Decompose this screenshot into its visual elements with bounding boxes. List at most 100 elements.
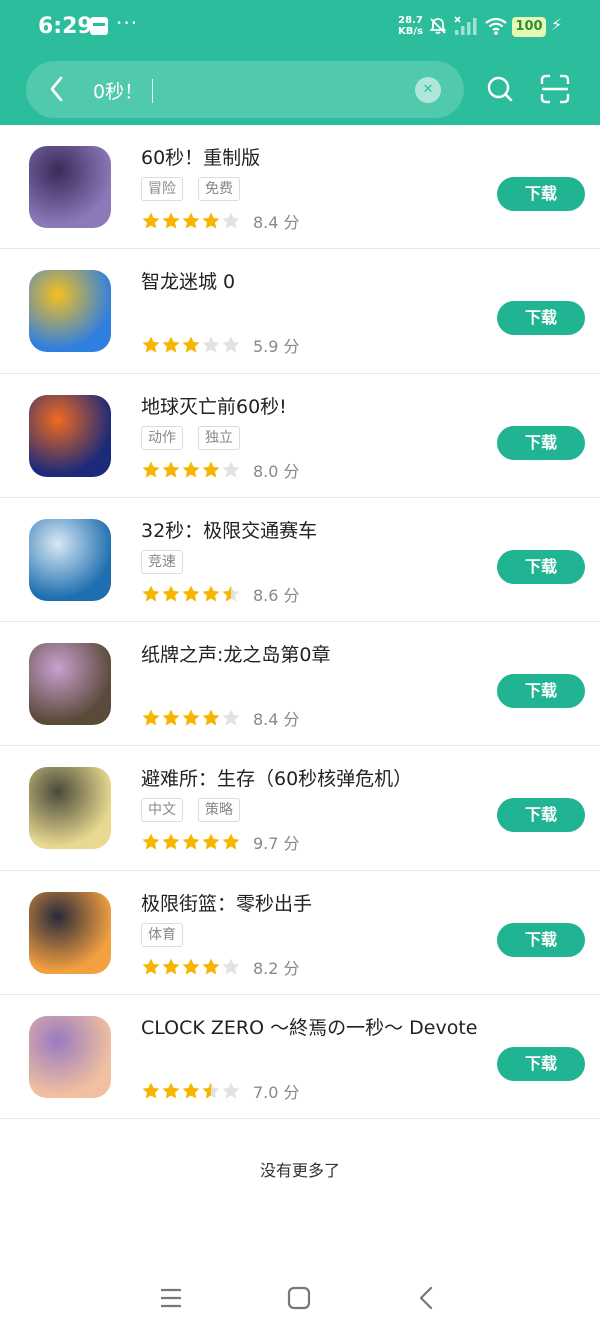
app-list-item[interactable]: 60秒！重制版 冒险 免费 8.4 分 下载 <box>0 125 600 250</box>
star-icon <box>182 212 200 229</box>
system-nav-bar <box>0 1263 600 1333</box>
download-button[interactable]: 下载 <box>497 301 585 336</box>
app-list: 60秒！重制版 冒险 免费 8.4 分下载 智龙迷城 0 5.9 分下载 地球灭亡前60秒!… <box>0 125 600 1120</box>
star-icon <box>182 1082 200 1099</box>
download-button[interactable]: 下载 <box>497 922 585 957</box>
home-icon[interactable] <box>286 1285 312 1311</box>
search-bar[interactable] <box>26 61 464 118</box>
star-icon <box>182 709 200 726</box>
app-icon[interactable] <box>29 891 111 974</box>
star-icon <box>162 585 180 602</box>
star-icon <box>182 958 200 975</box>
app-icon[interactable] <box>29 767 111 850</box>
star-icon <box>202 212 220 229</box>
rating-score: 8.4 分 <box>253 213 300 232</box>
more-notifications-icon: ··· <box>116 11 139 35</box>
app-icon[interactable] <box>29 643 111 726</box>
download-button[interactable]: 下载 <box>497 674 585 709</box>
star-icon <box>142 336 160 353</box>
download-button[interactable]: 下载 <box>497 425 585 460</box>
app-tag: 免费 <box>198 177 240 201</box>
battery-level: 100 <box>512 17 546 37</box>
app-rating: 8.0 分 <box>141 458 300 481</box>
star-icon <box>142 709 160 726</box>
rating-score: 5.9 分 <box>253 337 300 357</box>
app-list-item[interactable]: 智龙迷城 0 5.9 分 下载 <box>0 249 600 374</box>
network-speed-unit: KB/s <box>398 26 423 37</box>
app-tags: 中文 策略 <box>141 798 255 823</box>
back-button[interactable] <box>44 72 70 106</box>
clear-search-button[interactable]: ✕ <box>415 77 441 103</box>
menu-icon[interactable] <box>158 1285 184 1311</box>
app-name[interactable]: 60秒！重制版 <box>141 143 260 170</box>
download-button[interactable]: 下载 <box>497 798 585 833</box>
back-nav-icon[interactable] <box>414 1285 440 1311</box>
app-icon[interactable] <box>29 1016 111 1099</box>
star-icon <box>182 336 200 353</box>
app-tags: 动作 独立 <box>141 425 255 450</box>
star-icon <box>202 958 220 975</box>
star-icon <box>142 1082 160 1099</box>
app-rating: 9.7 分 <box>141 830 300 854</box>
search-input[interactable]: 0秒！ <box>93 77 154 104</box>
star-icon <box>162 461 180 478</box>
app-name[interactable]: 智龙迷城 0 <box>141 267 235 294</box>
calendar-notification-icon <box>90 17 108 35</box>
app-tags: 体育 <box>141 922 198 947</box>
app-list-item[interactable]: 纸牌之声:龙之岛第0章 8.4 分 下载 <box>0 622 600 747</box>
star-icon <box>202 585 220 602</box>
app-icon[interactable] <box>29 270 111 353</box>
app-list-item[interactable]: 地球灭亡前60秒! 动作 独立 8.0 分 下载 <box>0 374 600 498</box>
app-name[interactable]: 避难所：生存（60秒核弹危机） <box>141 764 412 791</box>
search-icon[interactable] <box>486 75 514 103</box>
app-rating: 8.4 分 <box>141 209 300 232</box>
star-rating <box>141 211 241 231</box>
star-icon <box>222 461 240 478</box>
app-icon[interactable] <box>29 518 111 601</box>
app-icon[interactable] <box>29 146 111 228</box>
app-name[interactable]: 纸牌之声:龙之岛第0章 <box>141 640 331 667</box>
app-icon[interactable] <box>29 394 111 477</box>
star-icon <box>222 958 240 975</box>
star-icon <box>182 833 200 850</box>
star-icon <box>222 212 240 229</box>
app-list-item[interactable]: 32秒：极限交通赛车 竞速 8.6 分 下载 <box>0 498 600 623</box>
scan-icon[interactable] <box>540 74 570 104</box>
app-list-item[interactable]: 极限街篮：零秒出手 体育 8.2 分 下载 <box>0 871 600 996</box>
download-button[interactable]: 下载 <box>497 549 585 584</box>
download-button[interactable]: 下载 <box>497 1047 585 1082</box>
app-list-item[interactable]: 避难所：生存（60秒核弹危机） 中文 策略 9.7 分 下载 <box>0 746 600 871</box>
star-icon <box>202 709 220 726</box>
app-rating: 7.0 分 <box>141 1079 300 1102</box>
top-header: 6:29 ··· 28.7 KB/s 100 ⚡ 0秒！ ✕ <box>0 0 600 125</box>
network-speed-value: 28.7 <box>398 15 423 26</box>
app-name[interactable]: 32秒：极限交通赛车 <box>141 516 317 543</box>
app-tag: 体育 <box>141 922 183 947</box>
app-rating: 5.9 分 <box>141 333 300 357</box>
cellular-signal-icon <box>454 16 477 35</box>
status-bar: 6:29 ··· 28.7 KB/s 100 ⚡ <box>0 0 600 56</box>
star-rating <box>141 584 241 604</box>
star-icon <box>162 212 180 229</box>
wifi-icon <box>485 17 507 35</box>
star-icon <box>142 958 160 975</box>
app-name[interactable]: 极限街篮：零秒出手 <box>141 889 312 916</box>
network-speed: 28.7 KB/s <box>398 15 423 37</box>
text-cursor <box>152 79 154 103</box>
app-tag: 动作 <box>141 425 183 450</box>
app-name[interactable]: CLOCK ZERO ～終焉の一秒～ Devote <box>141 1013 477 1040</box>
app-name[interactable]: 地球灭亡前60秒! <box>141 392 287 419</box>
rating-score: 8.4 分 <box>253 710 300 730</box>
rating-score: 9.7 分 <box>253 834 300 854</box>
star-icon <box>162 336 180 353</box>
app-tags: 竞速 <box>141 549 198 574</box>
download-button[interactable]: 下载 <box>497 177 585 211</box>
rating-score: 8.2 分 <box>253 958 300 978</box>
app-list-item[interactable]: CLOCK ZERO ～終焉の一秒～ Devote 7.0 分 下载 <box>0 995 600 1120</box>
status-time: 6:29 <box>38 14 93 39</box>
star-icon <box>202 1082 220 1099</box>
charging-icon: ⚡ <box>551 15 563 34</box>
star-rating <box>141 708 241 728</box>
star-icon <box>222 336 240 353</box>
app-rating: 8.6 分 <box>141 582 300 605</box>
